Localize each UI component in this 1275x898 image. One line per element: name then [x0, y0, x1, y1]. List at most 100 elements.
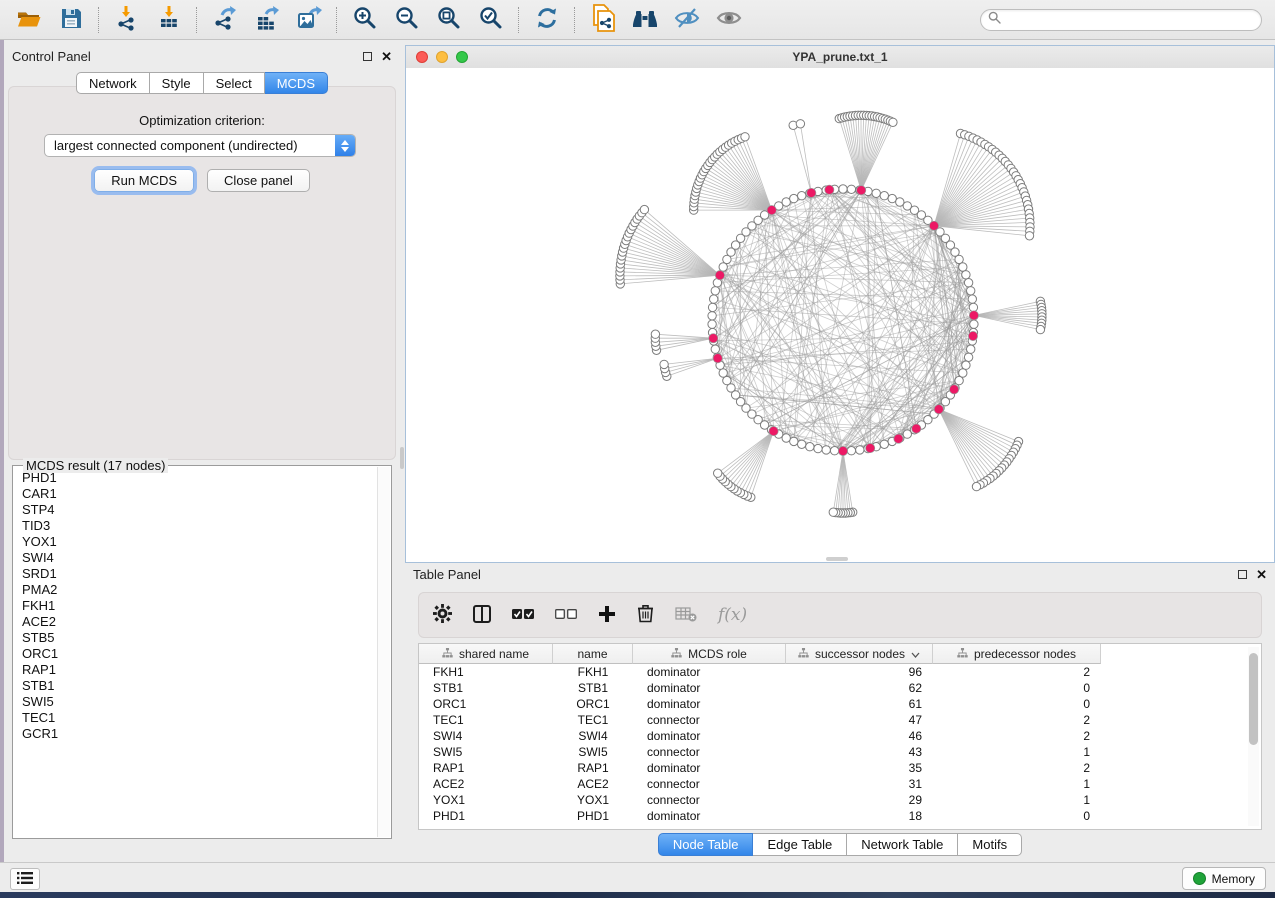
graph-hub-node[interactable]	[838, 446, 847, 455]
graph-hub-node[interactable]	[950, 385, 959, 394]
mcds-result-item[interactable]: FKH1	[22, 598, 377, 614]
graph-hub-node[interactable]	[769, 427, 778, 436]
graph-edge[interactable]	[839, 119, 861, 191]
graph-node[interactable]	[962, 361, 970, 369]
graph-edge[interactable]	[720, 275, 922, 425]
graph-node[interactable]	[955, 255, 963, 263]
tab-mcds[interactable]: MCDS	[265, 72, 328, 94]
cell-MCDS-role[interactable]: connector	[633, 776, 786, 792]
mcds-result-item[interactable]: PMA2	[22, 582, 377, 598]
graph-node[interactable]	[830, 447, 838, 455]
graph-node[interactable]	[640, 205, 648, 213]
graph-node[interactable]	[967, 287, 975, 295]
graph-node[interactable]	[708, 312, 716, 320]
graph-node[interactable]	[651, 330, 659, 338]
cell-shared-name[interactable]: ORC1	[419, 696, 553, 712]
cell-successor-nodes[interactable]: 35	[786, 760, 933, 776]
graph-node[interactable]	[959, 369, 967, 377]
cell-name[interactable]: PHD1	[553, 808, 633, 824]
graph-edge[interactable]	[725, 431, 773, 482]
table-row[interactable]: ORC1ORC1dominator610	[419, 696, 1261, 712]
graph-node[interactable]	[660, 360, 668, 368]
cell-MCDS-role[interactable]: dominator	[633, 728, 786, 744]
table-row[interactable]: TEC1TEC1connector472	[419, 712, 1261, 728]
cell-name[interactable]: FKH1	[553, 664, 633, 680]
table-row[interactable]: SWI4SWI4dominator462	[419, 728, 1261, 744]
graph-edge[interactable]	[939, 409, 996, 473]
tab-select[interactable]: Select	[204, 72, 265, 94]
graph-edge[interactable]	[744, 431, 774, 494]
graph-edge[interactable]	[728, 431, 774, 484]
hide-selected-button[interactable]	[674, 6, 700, 34]
cell-predecessor-nodes[interactable]: 0	[933, 696, 1101, 712]
graph-edge[interactable]	[625, 244, 720, 275]
cell-name[interactable]: YOX1	[553, 792, 633, 808]
mcds-result-item[interactable]: ACE2	[22, 614, 377, 630]
graph-edge[interactable]	[656, 338, 714, 346]
splitter-handle-vertical[interactable]	[400, 447, 404, 469]
search-toggle-button[interactable]	[632, 6, 658, 34]
table-scrollbar[interactable]	[1248, 647, 1259, 826]
graph-edge[interactable]	[740, 431, 773, 493]
create-column-button[interactable]	[598, 602, 616, 628]
cell-name[interactable]: ORC1	[553, 696, 633, 712]
cell-shared-name[interactable]: SWI5	[419, 744, 553, 760]
graph-node[interactable]	[964, 279, 972, 287]
mcds-result-list[interactable]: PHD1CAR1STP4TID3YOX1SWI4SRD1PMA2FKH1ACE2…	[13, 470, 377, 836]
tab-motifs[interactable]: Motifs	[958, 833, 1022, 856]
network-from-selection-button[interactable]	[590, 6, 616, 34]
cell-predecessor-nodes[interactable]: 2	[933, 728, 1101, 744]
float-panel-icon[interactable]	[363, 52, 372, 61]
table-options-button[interactable]	[433, 602, 452, 628]
cell-successor-nodes[interactable]: 47	[786, 712, 933, 728]
graph-node[interactable]	[972, 482, 980, 490]
mcds-result-item[interactable]: STB5	[22, 630, 377, 646]
function-builder-button[interactable]: f(x)	[718, 602, 747, 628]
show-columns-button[interactable]	[473, 602, 491, 628]
criterion-select[interactable]: largest connected component (undirected)	[44, 134, 356, 157]
graph-edge[interactable]	[737, 431, 774, 491]
mcds-result-item[interactable]: CAR1	[22, 486, 377, 502]
delete-columns-button[interactable]	[637, 602, 654, 628]
graph-edge[interactable]	[723, 431, 774, 479]
graph-edge[interactable]	[939, 409, 1009, 459]
cell-shared-name[interactable]: STB1	[419, 680, 553, 696]
cell-predecessor-nodes[interactable]: 2	[933, 664, 1101, 680]
graph-node[interactable]	[1036, 325, 1044, 333]
graph-edge[interactable]	[639, 216, 720, 275]
graph-hub-node[interactable]	[709, 334, 718, 343]
graph-node[interactable]	[719, 369, 727, 377]
tab-network-table[interactable]: Network Table	[847, 833, 958, 856]
graph-hub-node[interactable]	[715, 271, 724, 280]
cell-MCDS-role[interactable]: dominator	[633, 760, 786, 776]
table-row[interactable]: FKH1FKH1dominator962	[419, 664, 1261, 680]
cell-predecessor-nodes[interactable]: 2	[933, 712, 1101, 728]
zoom-in-button[interactable]	[352, 6, 378, 34]
close-window-icon[interactable]	[416, 51, 428, 63]
table-row[interactable]: RAP1RAP1dominator352	[419, 760, 1261, 776]
graph-edge[interactable]	[939, 409, 993, 476]
deselect-all-rows-button[interactable]	[555, 602, 577, 628]
mcds-result-item[interactable]: SWI4	[22, 550, 377, 566]
search-field[interactable]	[980, 9, 1262, 31]
graph-node[interactable]	[719, 263, 727, 271]
graph-node[interactable]	[723, 376, 731, 384]
zoom-out-button[interactable]	[394, 6, 420, 34]
graph-edge[interactable]	[629, 233, 720, 275]
graph-edge[interactable]	[758, 220, 916, 428]
graph-node[interactable]	[880, 440, 888, 448]
cell-predecessor-nodes[interactable]: 2	[933, 760, 1101, 776]
graph-node[interactable]	[872, 189, 880, 197]
cell-successor-nodes[interactable]: 61	[786, 696, 933, 712]
search-input[interactable]	[1006, 12, 1240, 28]
graph-hub-node[interactable]	[857, 186, 866, 195]
graph-node[interactable]	[798, 440, 806, 448]
graph-node[interactable]	[856, 446, 864, 454]
cell-name[interactable]: ACE2	[553, 776, 633, 792]
graph-hub-node[interactable]	[866, 444, 875, 453]
cell-successor-nodes[interactable]: 29	[786, 792, 933, 808]
graph-hub-node[interactable]	[767, 206, 776, 215]
table-row[interactable]: SWI5SWI5connector431	[419, 744, 1261, 760]
table-scrollbar-thumb[interactable]	[1249, 653, 1258, 745]
cell-shared-name[interactable]: FKH1	[419, 664, 553, 680]
